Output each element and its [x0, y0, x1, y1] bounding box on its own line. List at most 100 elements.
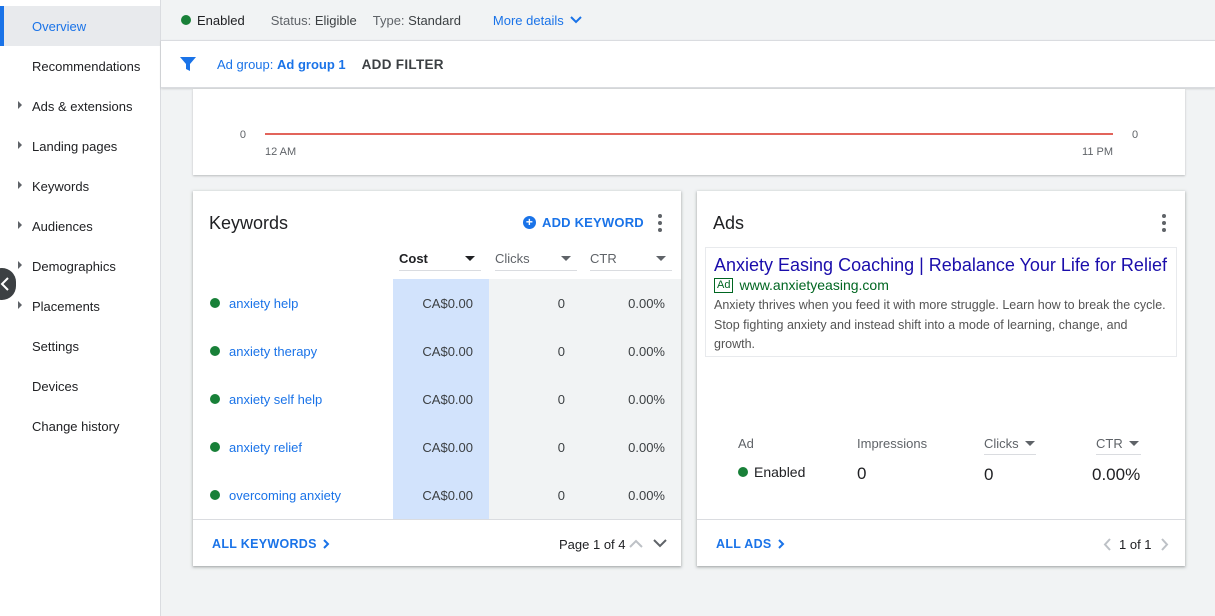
table-row: overcoming anxiety CA$0.00 0 0.00% [193, 471, 681, 519]
cost-cell: CA$0.00 [393, 375, 489, 423]
caret-right-icon [18, 261, 22, 269]
sidebar-item-recommendations[interactable]: Recommendations [0, 46, 160, 86]
keyword-link[interactable]: anxiety self help [229, 392, 322, 407]
status-enabled: Enabled [181, 13, 245, 28]
chevron-down-icon [570, 16, 582, 24]
ads-title: Ads [713, 213, 745, 233]
chevron-right-icon [777, 539, 784, 549]
add-keyword-button[interactable]: + ADD KEYWORD [523, 215, 644, 230]
table-row: anxiety help CA$0.00 0 0.00% [193, 279, 681, 327]
clicks-stat: Clicks 0 [984, 436, 1036, 485]
ctr-cell: 0.00% [579, 423, 681, 471]
enabled-dot-icon [210, 346, 220, 356]
ads-footer: ALL ADS 1 of 1 [697, 519, 1185, 566]
cost-cell: CA$0.00 [393, 471, 489, 519]
sidebar-item-ads-extensions[interactable]: Ads & extensions [0, 86, 160, 126]
keywords-title: Keywords [209, 213, 289, 233]
caret-right-icon [18, 301, 22, 309]
status-eligible: Status: Eligible [270, 12, 357, 28]
caret-right-icon [18, 101, 22, 109]
ads-pager-text: 1 of 1 [1119, 537, 1152, 552]
keywords-table: anxiety help CA$0.00 0 0.00% anxiety the… [193, 279, 681, 519]
keyword-link[interactable]: overcoming anxiety [229, 488, 341, 503]
keywords-footer: ALL KEYWORDS Page 1 of 4 [193, 519, 681, 566]
x-tick-end: 11 PM [1082, 146, 1113, 158]
chart-svg: 0 0 12 AM 11 PM [240, 129, 1138, 158]
x-tick-start: 12 AM [265, 146, 296, 158]
ad-display-url: Ad www.anxietyeasing.com [714, 277, 1168, 293]
add-circle-icon: + [523, 216, 536, 229]
dropdown-arrow-icon [1024, 441, 1035, 446]
caret-right-icon [18, 221, 22, 229]
ad-group-filter-chip[interactable]: Ad group: Ad group 1 [217, 57, 346, 72]
chevron-left-icon [0, 277, 9, 291]
column-header-clicks[interactable]: Clicks [495, 247, 577, 271]
y-axis-left-label: 0 [240, 129, 246, 141]
clicks-column-header[interactable]: Clicks [984, 436, 1036, 455]
chevron-right-icon [323, 539, 330, 549]
status-bar: Enabled Status: Eligible Type: Standard … [161, 0, 1215, 40]
filter-icon[interactable] [179, 55, 197, 73]
dropdown-arrow-icon [561, 256, 571, 261]
sidebar-item-change-history[interactable]: Change history [0, 406, 160, 446]
ctr-cell: 0.00% [579, 327, 681, 375]
table-row: anxiety self help CA$0.00 0 0.00% [193, 375, 681, 423]
ad-description: Anxiety thrives when you feed it with mo… [714, 298, 1166, 351]
ad-headline[interactable]: Anxiety Easing Coaching | Rebalance Your… [714, 254, 1168, 276]
all-ads-link[interactable]: ALL ADS [716, 537, 785, 551]
status-type: Type: Standard [372, 12, 461, 28]
keyword-link[interactable]: anxiety relief [229, 440, 302, 455]
chevron-left-icon[interactable] [1103, 538, 1112, 551]
column-header-ctr[interactable]: CTR [590, 247, 672, 271]
filter-bar: Ad group: Ad group 1 ADD FILTER [161, 40, 1215, 88]
cost-cell: CA$0.00 [393, 423, 489, 471]
sidebar-item-demographics[interactable]: Demographics [0, 246, 160, 286]
caret-right-icon [18, 141, 22, 149]
keywords-more-menu[interactable] [650, 211, 670, 235]
clicks-cell: 0 [489, 279, 579, 327]
ads-card: Ads Anxiety Easing Coaching | Rebalance … [697, 191, 1185, 566]
sidebar-item-settings[interactable]: Settings [0, 326, 160, 366]
sidebar-item-overview[interactable]: Overview [0, 6, 160, 46]
clicks-cell: 0 [489, 327, 579, 375]
more-details-link[interactable]: More details [493, 13, 582, 28]
sidebar-item-placements[interactable]: Placements [0, 286, 160, 326]
performance-chart: 0 0 12 AM 11 PM [193, 89, 1185, 175]
clicks-cell: 0 [489, 423, 579, 471]
sidebar-item-devices[interactable]: Devices [0, 366, 160, 406]
table-row: anxiety relief CA$0.00 0 0.00% [193, 423, 681, 471]
ad-preview[interactable]: Anxiety Easing Coaching | Rebalance Your… [705, 247, 1177, 357]
cost-cell: CA$0.00 [393, 327, 489, 375]
sidebar-item-keywords[interactable]: Keywords [0, 166, 160, 206]
ad-badge: Ad [714, 277, 734, 293]
impressions-stat: Impressions 0 [857, 436, 928, 483]
sort-desc-icon [465, 256, 475, 261]
add-filter-button[interactable]: ADD FILTER [362, 57, 444, 72]
sidebar-item-audiences[interactable]: Audiences [0, 206, 160, 246]
table-row: anxiety therapy CA$0.00 0 0.00% [193, 327, 681, 375]
keyword-link[interactable]: anxiety therapy [229, 344, 317, 359]
chevron-right-icon[interactable] [1160, 538, 1169, 551]
ctr-cell: 0.00% [579, 375, 681, 423]
keywords-pager-text: Page 1 of 4 [559, 537, 626, 552]
ctr-cell: 0.00% [579, 471, 681, 519]
enabled-dot-icon [210, 490, 220, 500]
dropdown-arrow-icon [1128, 441, 1139, 446]
all-keywords-link[interactable]: ALL KEYWORDS [212, 537, 330, 551]
ctr-column-header[interactable]: CTR [1096, 436, 1141, 455]
chevron-down-icon[interactable] [653, 539, 667, 548]
enabled-dot-icon [210, 298, 220, 308]
ctr-cell: 0.00% [579, 279, 681, 327]
caret-right-icon [18, 181, 22, 189]
keyword-link[interactable]: anxiety help [229, 296, 298, 311]
clicks-cell: 0 [489, 471, 579, 519]
cost-cell: CA$0.00 [393, 279, 489, 327]
column-header-cost[interactable]: Cost [399, 247, 481, 271]
chevron-up-icon[interactable] [629, 539, 643, 548]
sidebar-nav: Overview Recommendations Ads & extension… [0, 0, 161, 616]
enabled-dot-icon [738, 467, 748, 477]
clicks-cell: 0 [489, 375, 579, 423]
sidebar-item-landing-pages[interactable]: Landing pages [0, 126, 160, 166]
ads-more-menu[interactable] [1154, 211, 1174, 235]
enabled-dot-icon [181, 15, 191, 25]
